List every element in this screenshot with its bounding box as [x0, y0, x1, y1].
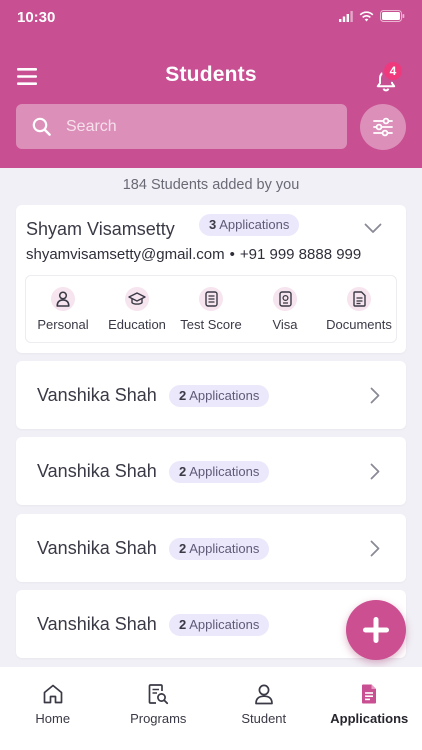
- nav-label: Programs: [130, 711, 187, 726]
- battery-icon: [380, 10, 405, 22]
- section-visa[interactable]: Visa: [248, 276, 322, 342]
- search-icon: [32, 117, 51, 136]
- applications-count: 3: [209, 217, 217, 232]
- section-education[interactable]: Education: [100, 276, 174, 342]
- applications-count: 2: [179, 617, 187, 632]
- section-label: Documents: [326, 317, 392, 332]
- student-icon: [254, 684, 273, 705]
- section-label: Test Score: [180, 317, 242, 332]
- programs-icon: [148, 684, 169, 705]
- student-name: Vanshika Shah: [37, 461, 157, 481]
- section-label: Visa: [272, 317, 298, 332]
- applications-count: 2: [179, 541, 187, 556]
- student-name: Shyam Visamsetty: [26, 219, 175, 239]
- section-personal[interactable]: Personal: [26, 276, 100, 342]
- notification-count-badge: 4: [382, 60, 404, 82]
- person-icon: [56, 291, 70, 307]
- documents-icon: [352, 291, 366, 307]
- section-label: Personal: [37, 317, 89, 332]
- wifi-icon: [359, 10, 374, 21]
- student-card-expanded: Shyam Visamsetty 3 Applications shyamvisa…: [16, 205, 406, 353]
- plus-icon: [363, 617, 389, 643]
- status-bar: 10:30: [0, 0, 422, 34]
- student-email: shyamvisamsetty@gmail.com: [26, 246, 225, 263]
- applications-label: Applications: [189, 541, 260, 556]
- applications-count: 2: [179, 464, 187, 479]
- nav-student[interactable]: Student: [211, 667, 317, 750]
- nav-label: Student: [241, 711, 287, 726]
- chevron-up-down-icon: [364, 223, 382, 233]
- applications-badge: 2 Applications: [169, 538, 270, 560]
- students-count-text: 184 Students added by you: [122, 177, 300, 193]
- nav-programs[interactable]: Programs: [106, 667, 212, 750]
- search-input[interactable]: [64, 104, 334, 149]
- nav-applications[interactable]: Applications: [317, 667, 422, 750]
- profile-sections: Personal Education Test Score Visa Docum…: [25, 275, 397, 343]
- bottom-navigation: Home Programs Student Applications: [0, 667, 422, 750]
- page-title: Students: [165, 63, 257, 86]
- home-icon: [43, 684, 63, 704]
- cellular-signal-icon: [339, 10, 353, 22]
- app-header: 10:30 Students 4: [0, 0, 422, 168]
- student-phone: +91 999 8888 999: [239, 246, 362, 263]
- applications-badge: 2 Applications: [169, 385, 270, 407]
- test-score-icon: [204, 291, 218, 307]
- applications-count: 2: [179, 388, 187, 403]
- applications-badge: 3 Applications: [199, 214, 300, 236]
- applications-label: Applications: [189, 617, 260, 632]
- student-name: Vanshika Shah: [37, 614, 157, 634]
- nav-label: Home: [35, 711, 71, 726]
- student-name: Vanshika Shah: [37, 385, 157, 405]
- applications-icon: [362, 684, 377, 704]
- applications-badge: 2 Applications: [169, 614, 270, 636]
- contact-info: shyamvisamsetty@gmail.com • +91 999 8888 9…: [26, 246, 361, 263]
- chevron-right-icon: [370, 463, 380, 480]
- student-card[interactable]: Vanshika Shah 2 Applications: [16, 514, 406, 582]
- graduation-cap-icon: [128, 292, 146, 305]
- chevron-right-icon: [370, 387, 380, 404]
- student-name: Vanshika Shah: [37, 538, 157, 558]
- applications-label: Applications: [219, 217, 290, 232]
- visa-icon: [278, 291, 292, 307]
- filter-sliders-icon: [373, 117, 393, 137]
- status-time: 10:30: [17, 9, 56, 26]
- section-documents[interactable]: Documents: [322, 276, 396, 342]
- section-test-score[interactable]: Test Score: [174, 276, 248, 342]
- search-bar: [16, 104, 347, 149]
- chevron-right-icon: [370, 540, 380, 557]
- collapse-button[interactable]: [364, 221, 382, 239]
- applications-label: Applications: [189, 464, 260, 479]
- section-label: Education: [108, 317, 166, 332]
- applications-label: Applications: [189, 388, 260, 403]
- status-icons: [339, 10, 405, 22]
- applications-badge: 2 Applications: [169, 461, 270, 483]
- student-card[interactable]: Vanshika Shah 2 Applications: [16, 361, 406, 429]
- add-student-button[interactable]: [346, 600, 406, 660]
- filter-button[interactable]: [360, 104, 406, 150]
- student-card[interactable]: Vanshika Shah 2 Applications: [16, 437, 406, 505]
- separator-dot: •: [229, 246, 235, 263]
- nav-home[interactable]: Home: [0, 667, 106, 750]
- nav-label: Applications: [330, 711, 409, 726]
